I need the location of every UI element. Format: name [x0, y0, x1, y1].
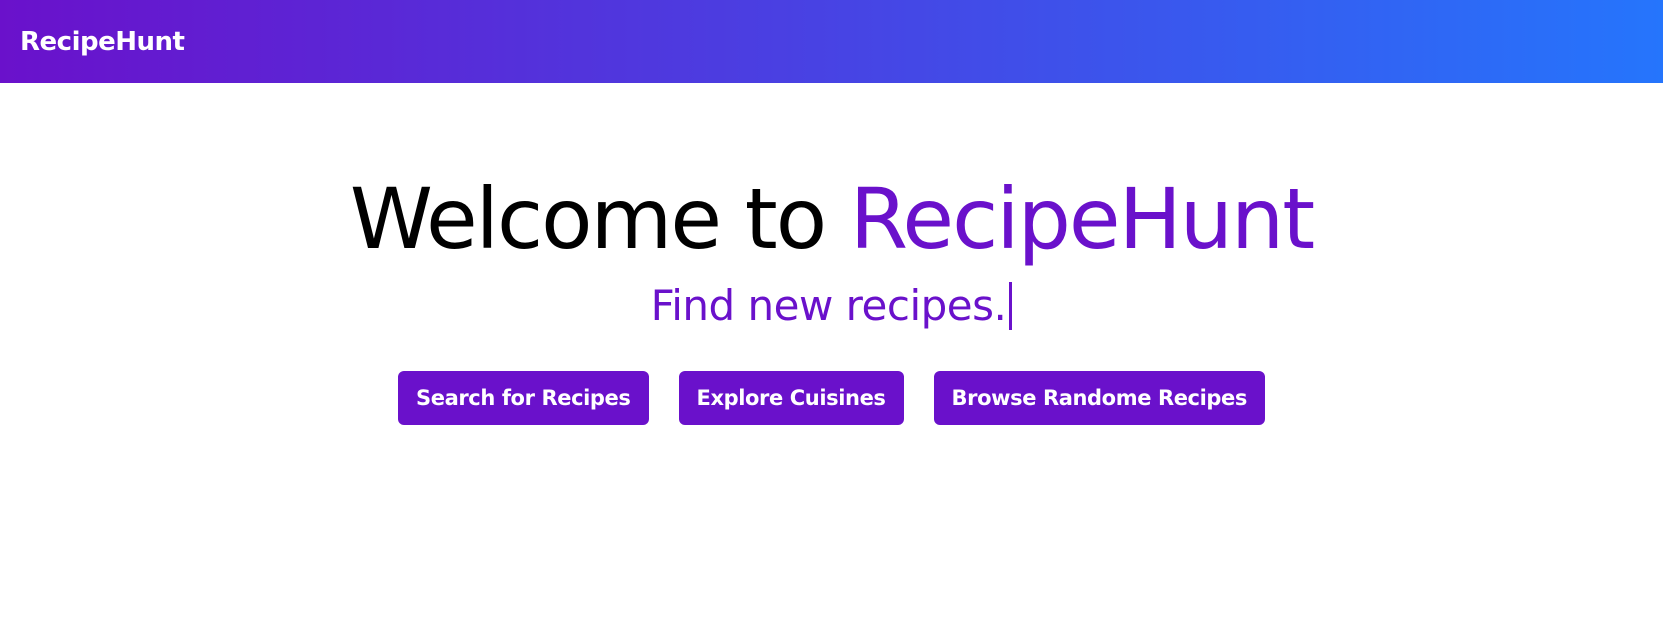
title-prefix: Welcome to: [349, 170, 850, 268]
browse-random-recipes-button[interactable]: Browse Randome Recipes: [933, 371, 1265, 425]
action-buttons: Search for Recipes Explore Cuisines Brow…: [0, 371, 1663, 425]
page-title: Welcome to RecipeHunt: [0, 83, 1663, 269]
hero-section: Welcome to RecipeHunt Find new recipes. …: [0, 83, 1663, 425]
typing-cursor: [1009, 282, 1013, 330]
top-navbar: RecipeHunt: [0, 0, 1663, 83]
explore-cuisines-button[interactable]: Explore Cuisines: [678, 371, 904, 425]
tagline-text: Find new recipes.: [650, 281, 1007, 330]
title-accent: RecipeHunt: [849, 170, 1315, 268]
brand-logo[interactable]: RecipeHunt: [20, 27, 185, 57]
search-recipes-button[interactable]: Search for Recipes: [398, 371, 649, 425]
tagline: Find new recipes.: [0, 281, 1663, 331]
